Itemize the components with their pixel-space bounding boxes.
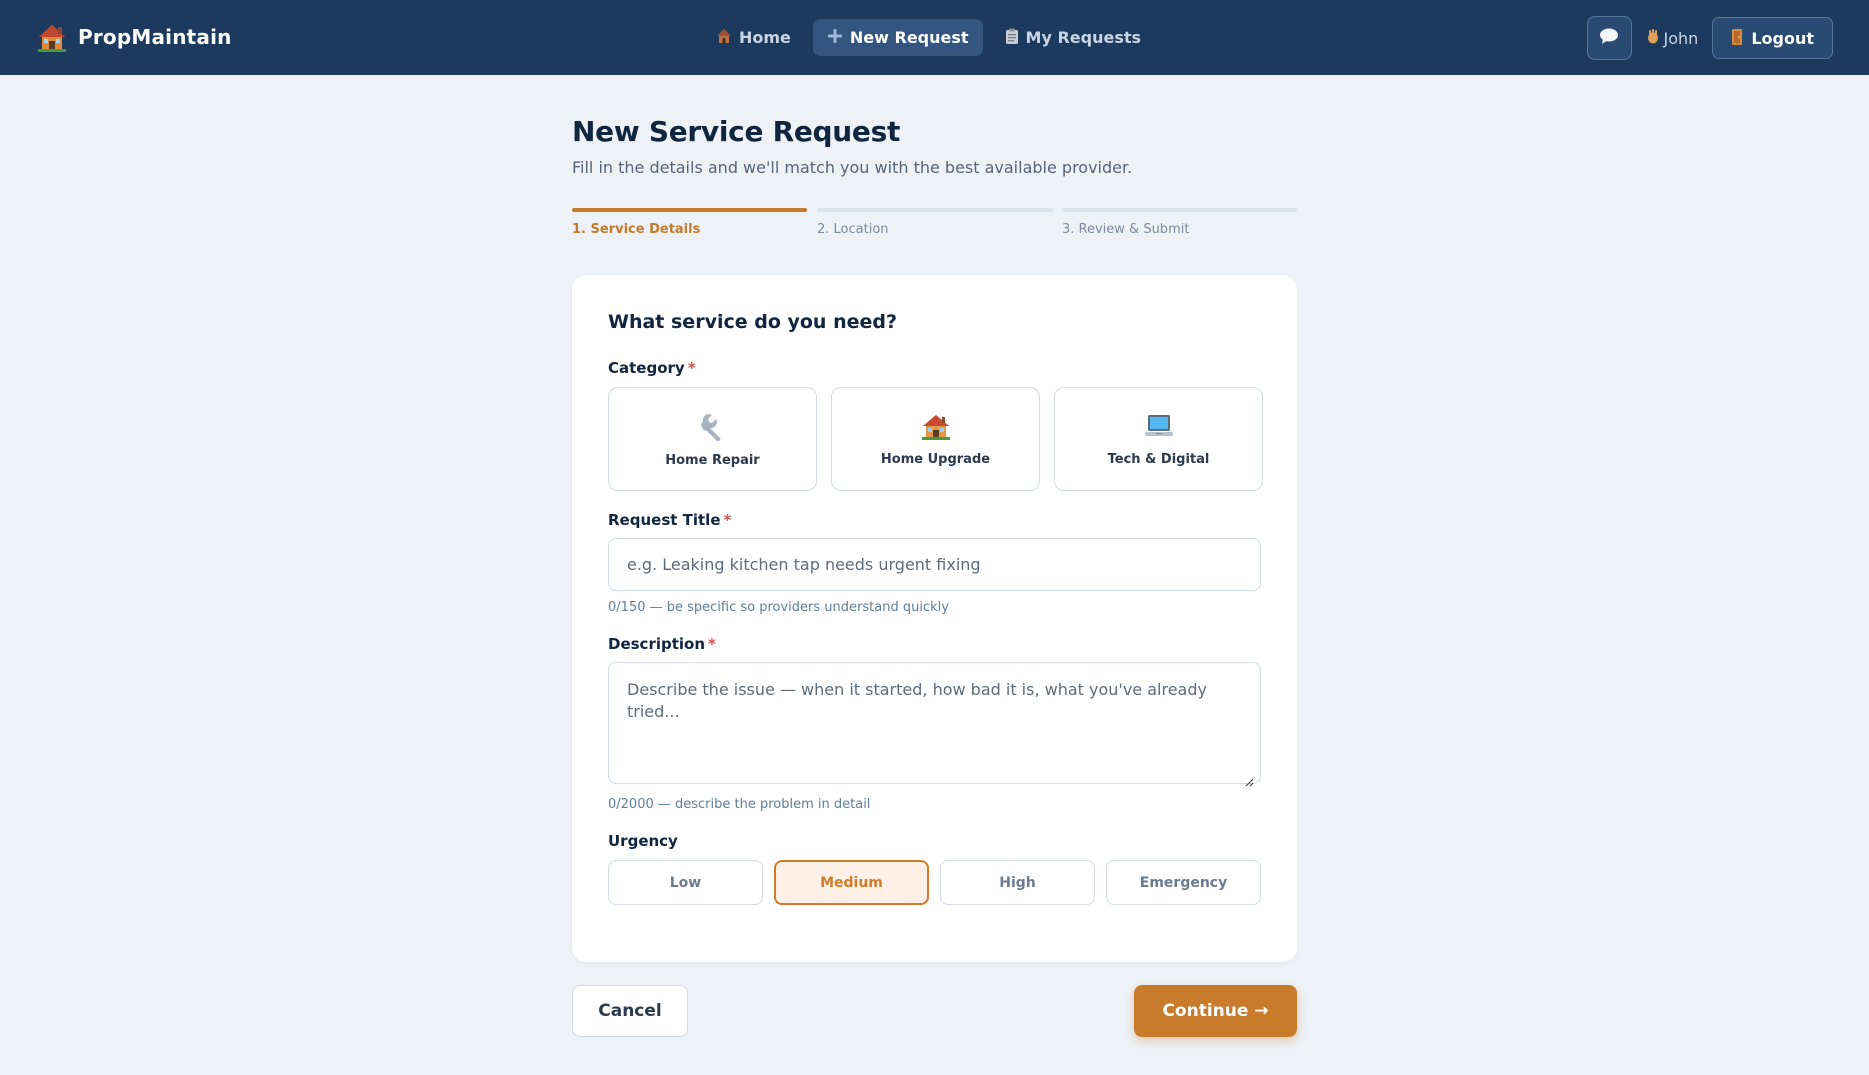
category-label: Home Repair [665, 452, 760, 468]
continue-button[interactable]: Continue → [1134, 985, 1297, 1037]
urgency-medium[interactable]: Medium [774, 860, 929, 905]
request-form-card: What service do you need? Category * Home… [572, 275, 1297, 962]
request-title-label-text: Request Title [608, 511, 721, 529]
form-heading: What service do you need? [608, 311, 897, 333]
step-bar [572, 208, 807, 212]
step-location: 2. Location [817, 208, 1053, 237]
category-label: Tech & Digital [1107, 451, 1210, 467]
urgency-emergency[interactable]: Emergency [1106, 860, 1261, 905]
chat-bubble-icon [1599, 27, 1619, 49]
request-title-label: Request Title * [608, 511, 731, 529]
description-textarea[interactable] [608, 662, 1261, 784]
category-tech-digital[interactable]: Tech & Digital [1054, 387, 1263, 491]
nav-right: John Logout [1586, 16, 1833, 60]
top-navbar: PropMaintain Home New Request My Request… [0, 0, 1869, 75]
main-nav: Home New Request My Requests [702, 19, 1155, 56]
required-mark: * [708, 635, 716, 653]
urgency-options: Low Medium High Emergency [608, 860, 1261, 905]
house-icon [716, 28, 732, 48]
nav-new-request-label: New Request [849, 28, 969, 47]
description-label-text: Description [608, 635, 706, 653]
urgency-label: Urgency [608, 832, 678, 850]
brand[interactable]: PropMaintain [38, 22, 232, 52]
nav-new-request[interactable]: New Request [812, 19, 983, 56]
resize-handle-icon[interactable] [1244, 772, 1254, 787]
step-label: 2. Location [817, 222, 889, 237]
urgency-high[interactable]: High [940, 860, 1095, 905]
page-subtitle: Fill in the details and we'll match you … [572, 158, 1133, 177]
description-label: Description * [608, 635, 716, 653]
house-icon [921, 412, 951, 444]
step-label: 1. Service Details [572, 222, 701, 237]
progress-stepper: 1. Service Details 2. Location 3. Review… [572, 208, 1297, 248]
laptop-icon [1143, 412, 1175, 444]
step-service-details: 1. Service Details [572, 208, 807, 237]
nav-home-label: Home [739, 28, 791, 47]
wave-hand-icon [1646, 28, 1660, 48]
request-title-hint: 0/150 — be specific so providers underst… [608, 600, 949, 615]
step-bar [817, 208, 1053, 212]
main-content: New Service Request Fill in the details … [572, 115, 1297, 1037]
brand-name: PropMaintain [78, 25, 232, 49]
logout-button[interactable]: Logout [1712, 17, 1833, 59]
house-icon [38, 22, 66, 52]
door-icon [1731, 28, 1743, 49]
nav-my-requests[interactable]: My Requests [991, 19, 1155, 56]
required-mark: * [723, 511, 732, 529]
user-name: John [1663, 28, 1699, 48]
category-home-upgrade[interactable]: Home Upgrade [831, 387, 1040, 491]
request-title-input[interactable] [608, 538, 1261, 591]
category-label: Home Upgrade [880, 451, 991, 467]
description-hint: 0/2000 — describe the problem in detail [608, 797, 871, 812]
category-home-repair[interactable]: Home Repair [608, 387, 817, 491]
step-bar [1062, 208, 1297, 212]
wrench-icon [698, 411, 728, 445]
nav-home[interactable]: Home [702, 19, 805, 56]
category-label: Category * [608, 359, 696, 377]
urgency-low[interactable]: Low [608, 860, 763, 905]
step-label: 3. Review & Submit [1062, 222, 1190, 237]
cancel-button[interactable]: Cancel [572, 985, 688, 1037]
chat-button[interactable] [1586, 16, 1632, 60]
step-review-submit: 3. Review & Submit [1062, 208, 1297, 237]
logout-label: Logout [1751, 28, 1814, 48]
page-title: New Service Request [572, 115, 901, 148]
category-options: Home Repair Home Upgrade Tech & Digital [608, 387, 1263, 491]
nav-my-requests-label: My Requests [1025, 28, 1142, 47]
clipboard-icon [1005, 28, 1019, 48]
plus-icon [827, 28, 843, 48]
required-mark: * [687, 359, 696, 377]
category-label-text: Category [608, 359, 685, 377]
user-greeting: John [1646, 28, 1699, 48]
